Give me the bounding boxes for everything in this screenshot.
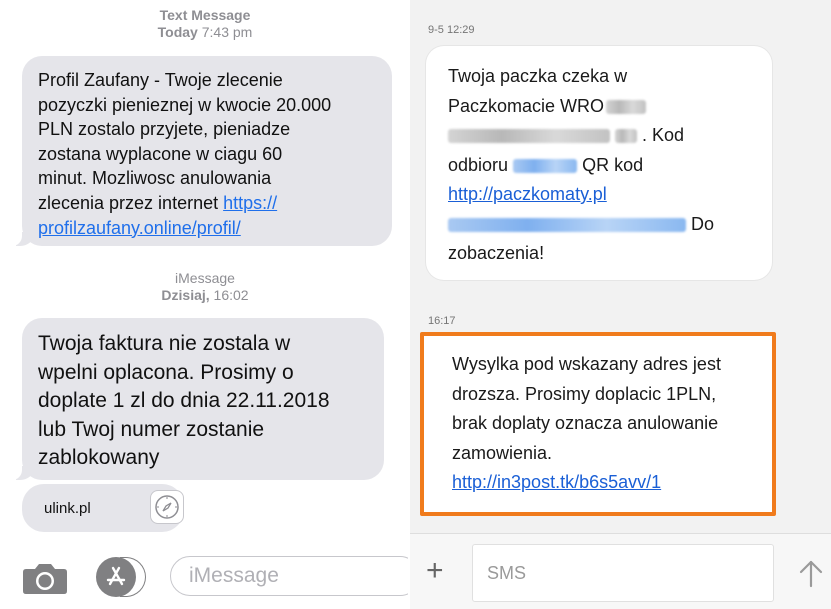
message-text-line: . Kod: [642, 125, 685, 145]
day-label: Today: [157, 24, 198, 40]
imessage-input[interactable]: [170, 556, 410, 596]
plus-icon[interactable]: +: [426, 556, 444, 586]
message-text-line: QR kod: [582, 154, 644, 175]
message-text-line: Twoja faktura nie zostala w: [38, 332, 291, 355]
message-text-line: wpelni oplacona. Prosimy o: [38, 360, 294, 384]
link-preview-domain: ulink.pl: [44, 500, 91, 517]
message-text-line: zamowienia.: [452, 442, 553, 463]
android-compose-bar: +: [410, 533, 831, 609]
message-text-line: zablokowany: [38, 446, 160, 469]
message-text-line: odbioru: [448, 154, 509, 175]
message-link[interactable]: http://in3post.tk/b6s5avv/1: [452, 472, 661, 492]
message-timestamp-2: 16:17: [428, 315, 456, 327]
message-text-line: zlecenia przez internet: [38, 192, 224, 213]
redacted-link: [448, 217, 686, 232]
link-preview-bubble[interactable]: ulink.pl: [22, 484, 184, 532]
message-link[interactable]: http://paczkomaty.pl: [448, 184, 607, 204]
timestamp-header-1: Text Message Today 7:43 pm: [0, 7, 410, 41]
message-text-line: brak doplaty oznacza anulowanie: [452, 413, 719, 433]
ios-compose-toolbar: [0, 545, 410, 609]
time-label: 16:02: [213, 287, 249, 303]
message-text-line: Profil Zaufany - Twoje zlecenie: [38, 70, 283, 90]
timestamp-header-2: iMessage Dzisiaj, 16:02: [0, 270, 410, 304]
app-store-icon[interactable]: [96, 557, 136, 597]
sms-input[interactable]: [472, 544, 774, 602]
message-text-line: lub Twoj numer zostanie: [38, 417, 265, 441]
message-text-line: PLN zostalo przyjete, pieniadze: [38, 119, 291, 140]
android-messages-panel: 9-5 12:29 Twoja paczka czeka w Paczkomac…: [410, 0, 831, 609]
message-text-line: minut. Mozliwosc anulowania: [38, 168, 272, 189]
message-timestamp-1: 9-5 12:29: [428, 24, 475, 36]
redacted-text: [606, 99, 647, 114]
message-link-continued[interactable]: profilzaufany.online/profil/: [38, 218, 241, 238]
message-text-line: zobaczenia!: [448, 243, 545, 263]
message-text-line: pozyczki pienieznej w kwocie 20.000: [38, 94, 332, 115]
message-link[interactable]: https://: [223, 193, 277, 213]
message-text-line: drozsza. Prosimy doplacic 1PLN,: [452, 383, 717, 404]
day-label: Dzisiaj,: [161, 287, 210, 303]
message-text-line: Twoja paczka czeka w: [448, 66, 628, 86]
message-bubble-2[interactable]: Twoja faktura nie zostala w wpelni oplac…: [12, 318, 384, 480]
camera-icon[interactable]: [22, 561, 68, 595]
message-text-line: Paczkomacie WRO: [448, 95, 605, 116]
time-label: 7:43 pm: [201, 24, 253, 40]
compass-icon: [150, 490, 184, 524]
ios-messages-panel: Text Message Today 7:43 pm Profil Zaufan…: [0, 0, 410, 609]
redacted-text: [615, 129, 638, 144]
message-text-line: doplate 1 zl do dnia 22.11.2018: [38, 389, 330, 412]
redacted-code: [513, 158, 578, 173]
message-bubble-1[interactable]: Profil Zaufany - Twoje zlecenie pozyczki…: [12, 56, 392, 246]
message-text-line: Wysylka pod wskazany adres jest: [452, 354, 721, 374]
message-text-line: zostana wyplacone w ciagu 60: [38, 143, 283, 164]
thread-type-label: Text Message: [159, 7, 251, 23]
redacted-text: [448, 129, 610, 144]
message-card-2-highlighted[interactable]: Wysylka pod wskazany adres jest drozsza.…: [420, 332, 776, 516]
message-text-line: Do: [691, 213, 715, 234]
send-arrow-icon[interactable]: [798, 558, 824, 588]
thread-type-label: iMessage: [175, 270, 235, 286]
message-card-1[interactable]: Twoja paczka czeka w Paczkomacie WRO . K…: [426, 46, 772, 280]
